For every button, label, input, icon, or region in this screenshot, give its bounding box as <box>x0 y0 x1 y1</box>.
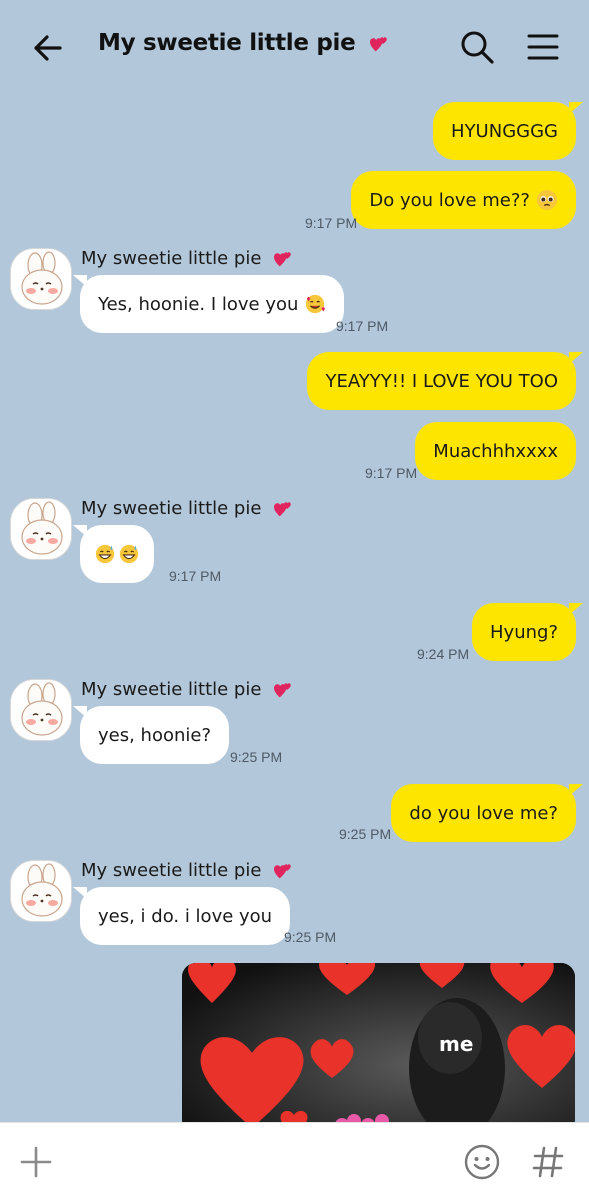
incoming-message-bubble[interactable]: Yes, hoonie. I love you <box>72 275 345 333</box>
two-hearts-emoji-icon <box>274 252 291 267</box>
message-timestamp: 9:24 PM <box>417 646 470 662</box>
message-text: Hyung? <box>490 621 558 643</box>
sender-name-text: My sweetie little pie <box>81 498 262 519</box>
outgoing-message-bubble[interactable]: Do you love me?? <box>351 171 576 229</box>
contact-avatar[interactable] <box>10 248 72 310</box>
contact-avatar[interactable] <box>10 679 72 741</box>
bunny-avatar-icon <box>11 499 71 559</box>
image-message[interactable]: me <box>182 963 575 1122</box>
incoming-message-bubble[interactable]: yes, i do. i love you <box>72 887 291 945</box>
outgoing-message-bubble[interactable]: do you love me? <box>391 784 583 842</box>
message-timestamp: 9:17 PM <box>336 318 389 334</box>
message-timestamp: 9:17 PM <box>305 215 358 231</box>
outgoing-message-bubble[interactable]: YEAYYY!! I LOVE YOU TOO <box>307 352 583 410</box>
message-timestamp: 9:25 PM <box>339 826 392 842</box>
message-timestamp: 9:17 PM <box>365 465 418 481</box>
sender-name: My sweetie little pie <box>81 498 293 519</box>
hashtag-icon[interactable] <box>529 1143 567 1181</box>
message-text: Do you love me?? <box>369 189 530 211</box>
bunny-avatar-icon <box>11 861 71 921</box>
sender-name: My sweetie little pie <box>81 860 293 881</box>
message-text: yes, i do. i love you <box>98 905 273 927</box>
chat-input-bar[interactable] <box>0 1122 589 1200</box>
message-text: YEAYYY!! I LOVE YOU TOO <box>325 370 558 392</box>
grinning-sweat-emoji-icon <box>119 544 139 564</box>
plus-icon[interactable] <box>17 1143 55 1181</box>
sender-name-text: My sweetie little pie <box>81 860 262 881</box>
message-timestamp: 9:17 PM <box>169 568 222 584</box>
message-text: HYUNGGGG <box>451 120 558 142</box>
message-timestamp: 9:25 PM <box>284 929 337 945</box>
message-text: Yes, hoonie. I love you <box>98 293 299 315</box>
image-caption: me <box>439 1032 473 1056</box>
outgoing-message-bubble[interactable]: Muachhhxxxx <box>415 422 576 480</box>
sender-name-text: My sweetie little pie <box>81 679 262 700</box>
sender-name-text: My sweetie little pie <box>81 248 262 269</box>
sender-name: My sweetie little pie <box>81 248 293 269</box>
pleading-face-emoji-icon <box>536 189 558 211</box>
message-text: Muachhhxxxx <box>433 440 558 462</box>
message-text: yes, hoonie? <box>98 724 212 746</box>
bunny-avatar-icon <box>11 680 71 740</box>
emoji-smile-icon[interactable] <box>463 1143 501 1181</box>
sender-name: My sweetie little pie <box>81 679 293 700</box>
incoming-message-bubble[interactable] <box>73 525 154 583</box>
two-hearts-emoji-icon <box>274 864 291 879</box>
outgoing-message-bubble[interactable]: HYUNGGGG <box>433 102 583 160</box>
smiling-face-with-hearts-emoji-icon <box>306 294 326 314</box>
message-timestamp: 9:25 PM <box>230 749 283 765</box>
message-text: do you love me? <box>409 802 558 824</box>
chat-area[interactable]: HYUNGGGG Do you love me?? 9:17 PM My swe… <box>0 0 589 1122</box>
hearts-meme-image: me <box>182 963 575 1122</box>
outgoing-message-bubble[interactable]: Hyung? <box>472 603 583 661</box>
bunny-avatar-icon <box>11 249 71 309</box>
two-hearts-emoji-icon <box>274 683 291 698</box>
contact-avatar[interactable] <box>10 860 72 922</box>
incoming-message-bubble[interactable]: yes, hoonie? <box>72 706 230 764</box>
two-hearts-emoji-icon <box>274 502 291 517</box>
contact-avatar[interactable] <box>10 498 72 560</box>
grinning-sweat-emoji-icon <box>95 544 115 564</box>
